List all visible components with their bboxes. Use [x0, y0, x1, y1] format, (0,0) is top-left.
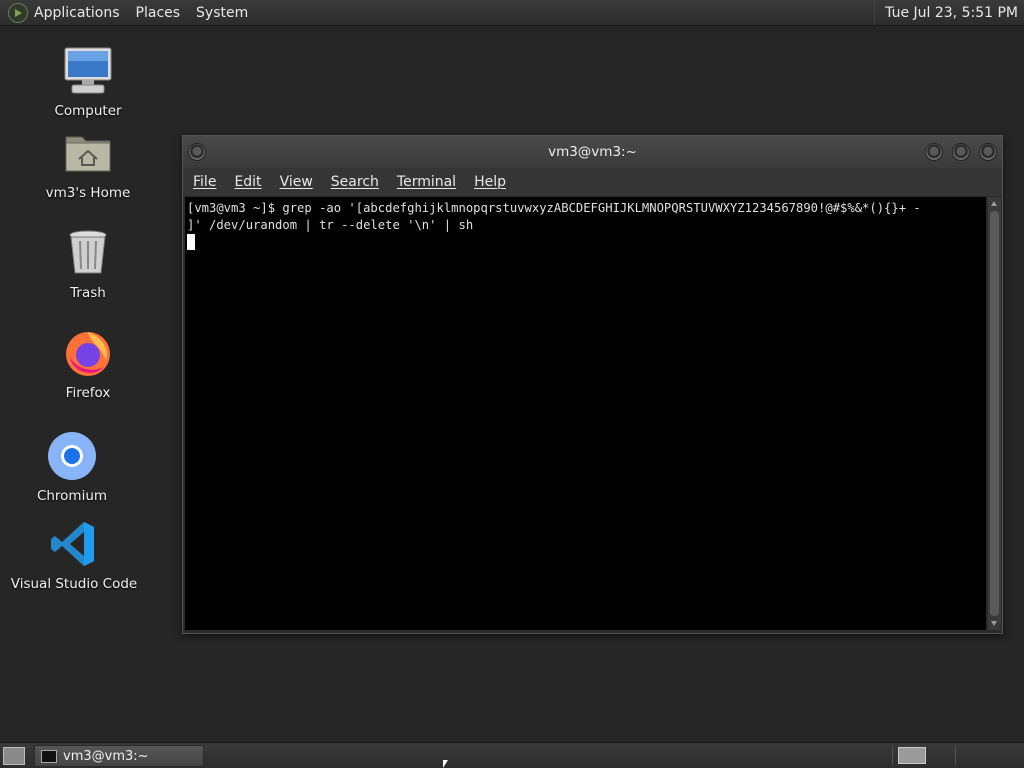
desktop-icon-computer[interactable]: Computer: [18, 45, 158, 119]
window-menu-button[interactable]: [188, 143, 206, 161]
menu-help[interactable]: Help: [474, 174, 506, 190]
desktop-icon-vscode[interactable]: Visual Studio Code: [4, 518, 144, 592]
window-title: vm3@vm3:~: [548, 144, 637, 160]
scrollbar-thumb[interactable]: [990, 211, 999, 616]
terminal-output[interactable]: [vm3@vm3 ~]$ grep -ao '[abcdefghijklmnop…: [185, 197, 986, 630]
terminal-line: ]' /dev/urandom | tr --delete '\n' | sh: [187, 218, 474, 232]
terminal-icon: [41, 749, 57, 763]
top-panel: Applications Places System Tue Jul 23, 5…: [0, 0, 1024, 26]
clock[interactable]: Tue Jul 23, 5:51 PM: [874, 0, 1024, 25]
computer-icon: [62, 45, 114, 97]
desktop-icon-label: Computer: [54, 103, 122, 119]
desktop-icon-label: Chromium: [36, 488, 108, 504]
desktop-icon-trash[interactable]: Trash: [18, 227, 158, 301]
terminal-line: [vm3@vm3 ~]$ grep -ao '[abcdefghijklmnop…: [187, 201, 921, 215]
desktop-icon-label: Firefox: [65, 385, 111, 401]
menu-view[interactable]: View: [280, 174, 313, 190]
panel-separator: [892, 746, 893, 765]
taskbar-item-label: vm3@vm3:~: [63, 748, 149, 764]
places-menu[interactable]: Places: [136, 5, 181, 21]
minimize-button[interactable]: [925, 143, 943, 161]
applications-menu[interactable]: Applications: [34, 5, 120, 21]
maximize-button[interactable]: [952, 143, 970, 161]
scroll-down-icon[interactable]: [991, 621, 997, 626]
bottom-panel: vm3@vm3:~: [0, 742, 1024, 768]
desktop-icon-label: Trash: [70, 285, 106, 301]
workspace-switcher[interactable]: [898, 747, 926, 764]
home-folder-icon: [62, 127, 114, 179]
menu-edit[interactable]: Edit: [234, 174, 261, 190]
panel-separator: [955, 746, 956, 765]
menu-terminal[interactable]: Terminal: [397, 174, 456, 190]
desktop-icon-label: vm3's Home: [45, 185, 131, 201]
menu-search[interactable]: Search: [331, 174, 379, 190]
chromium-icon: [46, 430, 98, 482]
terminal-cursor: [187, 234, 195, 250]
vscode-icon: [48, 518, 100, 570]
distro-logo-icon[interactable]: [8, 2, 28, 23]
terminal-window: vm3@vm3:~ File Edit View Search Terminal…: [182, 135, 1003, 634]
desktop-icon-home[interactable]: vm3's Home: [18, 127, 158, 201]
firefox-icon: [62, 327, 114, 379]
show-desktop-icon[interactable]: [3, 746, 25, 765]
scroll-up-icon[interactable]: [991, 201, 997, 206]
close-button[interactable]: [979, 143, 997, 161]
desktop-icon-label: Visual Studio Code: [10, 576, 138, 592]
terminal-scrollbar[interactable]: [988, 197, 1001, 630]
menu-file[interactable]: File: [193, 174, 216, 190]
system-menu[interactable]: System: [196, 5, 248, 21]
taskbar-item-terminal[interactable]: vm3@vm3:~: [34, 745, 204, 767]
mouse-pointer-icon: [443, 760, 448, 768]
desktop-icon-firefox[interactable]: Firefox: [18, 327, 158, 401]
terminal-menubar: File Edit View Search Terminal Help: [183, 168, 1002, 196]
trash-icon: [62, 227, 114, 279]
window-titlebar[interactable]: vm3@vm3:~: [183, 136, 1002, 168]
desktop-icon-chromium[interactable]: Chromium: [2, 430, 142, 504]
